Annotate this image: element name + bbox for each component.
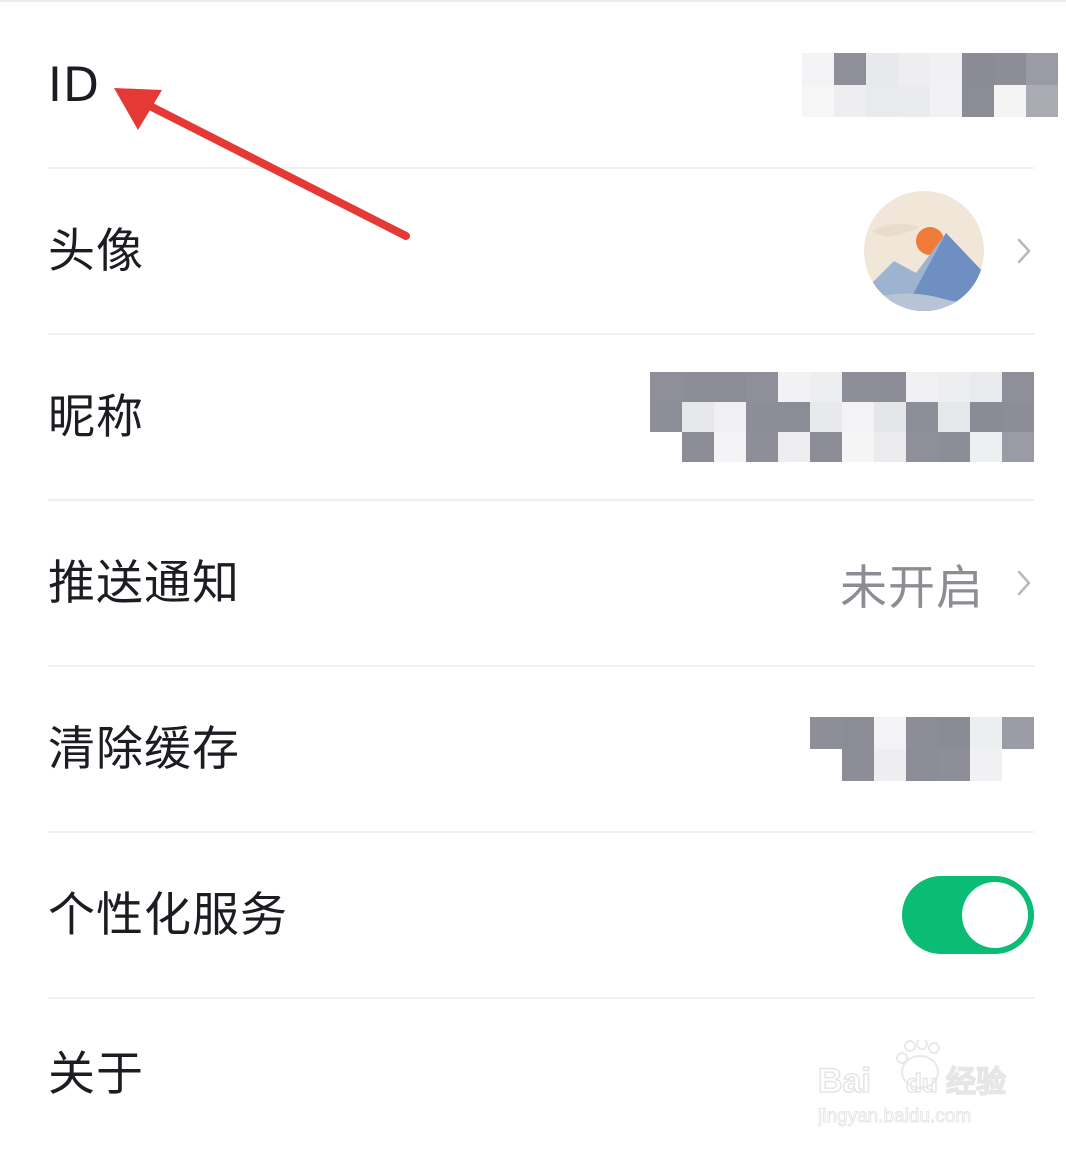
toggle-knob bbox=[962, 882, 1028, 948]
row-label-about: 关于 bbox=[48, 1047, 144, 1102]
svg-text:Bai: Bai bbox=[818, 1062, 871, 1100]
nickname-value-obscured bbox=[650, 372, 1034, 462]
settings-row-clear-cache[interactable]: 清除缓存 bbox=[48, 666, 1034, 832]
personalized-service-toggle[interactable] bbox=[902, 876, 1034, 954]
row-label-id: ID bbox=[48, 57, 101, 113]
id-value-obscured bbox=[802, 53, 1058, 117]
chevron-right-icon bbox=[1014, 568, 1034, 598]
row-label-personalized: 个性化服务 bbox=[48, 887, 288, 943]
svg-text:jingyan.baidu.com: jingyan.baidu.com bbox=[818, 1106, 971, 1127]
settings-row-push-notification[interactable]: 推送通知 未开启 bbox=[48, 500, 1034, 666]
red-arrow-annotation bbox=[114, 88, 410, 240]
cache-size-obscured bbox=[810, 717, 1034, 781]
svg-text:du: du bbox=[906, 1068, 938, 1098]
baidu-jingyan-watermark: Bai du 经验 jingyan.baidu.com bbox=[818, 1040, 1007, 1128]
svg-text:经验: 经验 bbox=[946, 1065, 1006, 1100]
chevron-right-icon bbox=[1014, 236, 1034, 266]
settings-row-personalized-service: 个性化服务 bbox=[48, 832, 1034, 998]
push-status-value: 未开启 bbox=[840, 560, 984, 616]
row-label-push: 推送通知 bbox=[48, 555, 240, 611]
settings-row-nickname[interactable]: 昵称 bbox=[48, 334, 1034, 500]
row-label-clear-cache: 清除缓存 bbox=[48, 721, 240, 777]
avatar[interactable] bbox=[864, 191, 984, 311]
row-label-nickname: 昵称 bbox=[48, 389, 144, 445]
